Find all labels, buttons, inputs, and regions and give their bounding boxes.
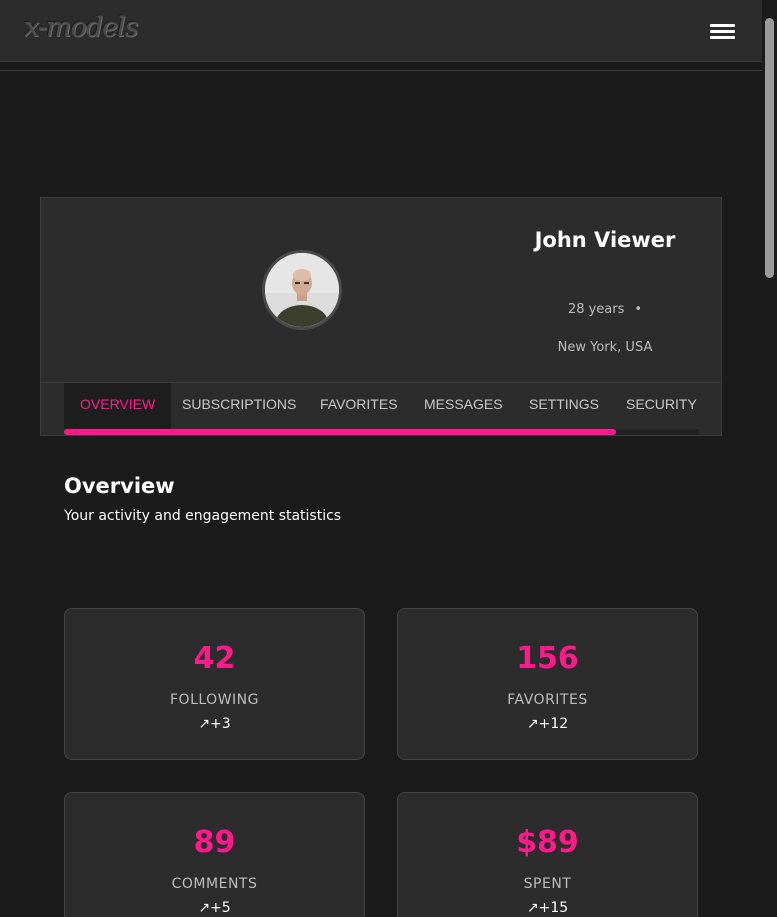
- stat-value: 42: [193, 641, 236, 676]
- tab-settings[interactable]: SETTINGS: [529, 383, 599, 429]
- tab-subscriptions[interactable]: SUBSCRIPTIONS: [182, 383, 296, 429]
- avatar[interactable]: [262, 250, 342, 330]
- tab-overview[interactable]: OVERVIEW: [64, 383, 172, 429]
- profile-age-row: 28 years •: [461, 302, 749, 317]
- stat-label: FOLLOWING: [170, 692, 259, 708]
- stat-label: SPENT: [523, 876, 572, 892]
- tab-scroll-indicator[interactable]: [64, 429, 616, 435]
- stat-value: 156: [516, 641, 579, 676]
- stat-label: FAVORITES: [507, 692, 588, 708]
- profile-name: John Viewer: [534, 228, 676, 252]
- stat-label: COMMENTS: [171, 876, 258, 892]
- meta-separator: •: [634, 302, 643, 317]
- hamburger-menu-icon[interactable]: [710, 24, 735, 40]
- top-header: x-models: [0, 0, 762, 62]
- stat-trend: ↗+5: [198, 900, 231, 916]
- profile-tabs: OVERVIEW SUBSCRIPTIONS FAVORITES MESSAGE…: [40, 382, 722, 436]
- stat-card-favorites: 156 FAVORITES ↗+12: [397, 608, 698, 760]
- stat-card-spent: $89 SPENT ↗+15: [397, 792, 698, 917]
- header-divider: [0, 70, 762, 71]
- section-title: Overview: [64, 474, 175, 498]
- stat-trend: ↗+15: [526, 900, 569, 916]
- site-logo[interactable]: x-models: [24, 12, 138, 43]
- stat-trend: ↗+12: [526, 716, 569, 732]
- stat-value: $89: [516, 825, 579, 860]
- tab-favorites[interactable]: FAVORITES: [320, 383, 398, 429]
- stat-trend: ↗+3: [198, 716, 231, 732]
- profile-card: John Viewer 28 years • New York, USA: [40, 197, 722, 382]
- profile-location: New York, USA: [557, 340, 653, 355]
- stat-card-following: 42 FOLLOWING ↗+3: [64, 608, 365, 760]
- stat-value: 89: [193, 825, 236, 860]
- stat-card-comments: 89 COMMENTS ↗+5: [64, 792, 365, 917]
- tab-security[interactable]: SECURITY: [626, 383, 697, 429]
- section-subtitle: Your activity and engagement statistics: [64, 508, 342, 524]
- tab-messages[interactable]: MESSAGES: [424, 383, 503, 429]
- scrollbar-thumb[interactable]: [765, 18, 774, 278]
- profile-age: 28 years: [567, 302, 625, 317]
- avatar-photo: [265, 253, 339, 327]
